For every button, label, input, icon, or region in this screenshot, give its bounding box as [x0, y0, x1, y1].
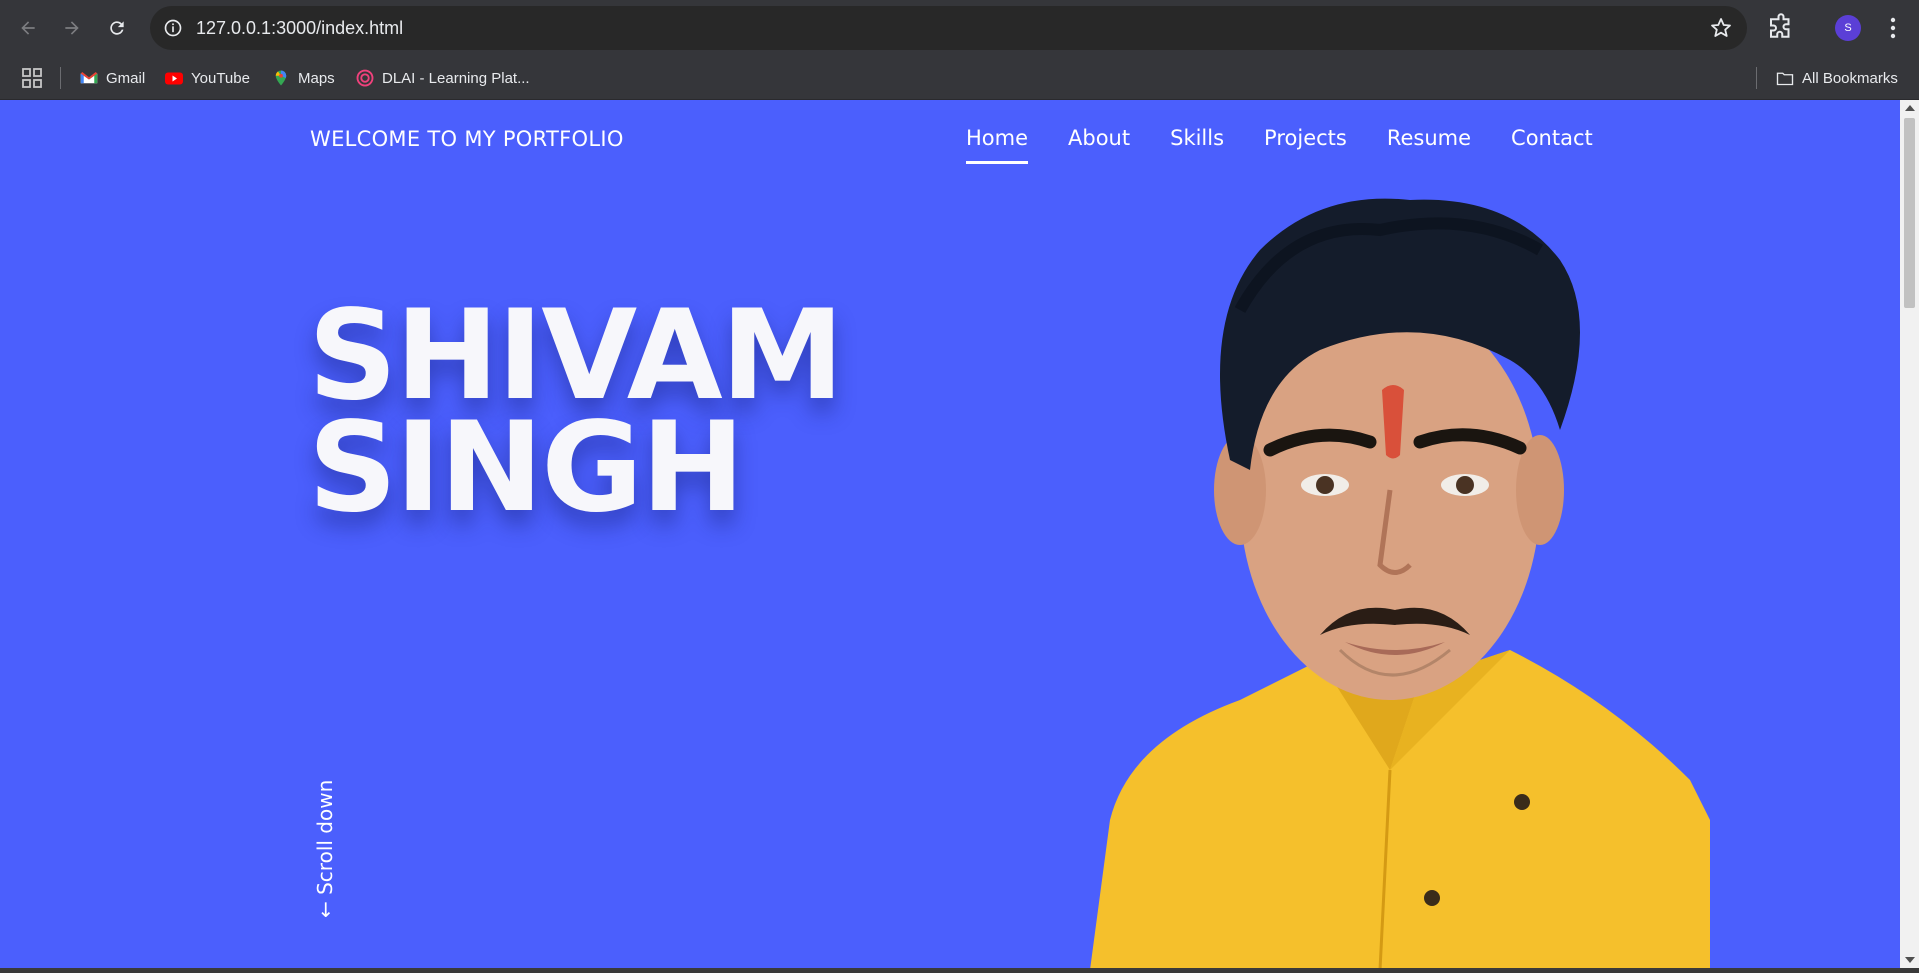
scroll-down-link[interactable]: ← Scroll down	[313, 780, 337, 918]
bookmark-label: Maps	[298, 69, 335, 87]
bookmark-divider	[1756, 67, 1757, 89]
profile-avatar[interactable]: S	[1835, 15, 1861, 41]
bookmark-divider	[60, 67, 61, 89]
all-bookmarks-button[interactable]: All Bookmarks	[1776, 56, 1898, 100]
page-scrollbar[interactable]	[1900, 100, 1919, 968]
scroll-thumb[interactable]	[1904, 118, 1915, 308]
folder-icon	[1776, 69, 1794, 87]
bookmark-label: Gmail	[106, 69, 146, 87]
site-info-icon[interactable]	[160, 15, 186, 41]
scroll-down-icon[interactable]	[1905, 957, 1915, 963]
bookmark-maps[interactable]: Maps	[272, 56, 335, 100]
apps-grid-icon[interactable]	[20, 66, 44, 90]
nav-skills[interactable]: Skills	[1170, 126, 1224, 164]
bookmark-label: DLAI - Learning Plat...	[382, 69, 530, 87]
reload-icon[interactable]	[103, 14, 131, 42]
menu-icon[interactable]	[1880, 14, 1906, 42]
hero-name: SHIVAM SINGH	[308, 294, 844, 540]
hero-last-name: SINGH	[308, 396, 745, 540]
maps-icon	[272, 69, 290, 87]
nav-home[interactable]: Home	[966, 126, 1029, 164]
gmail-icon	[80, 69, 98, 87]
back-icon[interactable]	[14, 14, 42, 42]
nav-about[interactable]: About	[1068, 126, 1130, 164]
scroll-up-icon[interactable]	[1905, 105, 1915, 111]
dlai-icon	[356, 69, 374, 87]
url-text[interactable]: 127.0.0.1:3000/index.html	[196, 6, 403, 50]
page-viewport: WELCOME TO MY PORTFOLIO Home About Skill…	[0, 100, 1900, 968]
address-bar[interactable]: 127.0.0.1:3000/index.html	[150, 6, 1747, 50]
all-bookmarks-label: All Bookmarks	[1802, 69, 1898, 87]
forward-icon[interactable]	[58, 14, 86, 42]
browser-toolbar: 127.0.0.1:3000/index.html S	[0, 0, 1919, 56]
profile-photo	[1090, 198, 1710, 968]
bookmark-label: YouTube	[191, 69, 250, 87]
nav-projects[interactable]: Projects	[1264, 126, 1347, 164]
bookmark-gmail[interactable]: Gmail	[80, 56, 145, 100]
site-brand: WELCOME TO MY PORTFOLIO	[310, 127, 624, 151]
extensions-icon[interactable]	[1766, 13, 1796, 43]
nav-resume[interactable]: Resume	[1387, 126, 1471, 164]
nav-contact[interactable]: Contact	[1511, 126, 1593, 164]
bookmark-youtube[interactable]: YouTube	[165, 56, 250, 100]
site-nav: Home About Skills Projects Resume Contac…	[966, 126, 1633, 164]
bookmarks-bar: Gmail YouTube Maps DLAI - Learning Plat.…	[0, 56, 1919, 100]
window-bottom-edge	[0, 968, 1919, 973]
bookmark-dlai[interactable]: DLAI - Learning Plat...	[356, 56, 530, 100]
youtube-icon	[165, 69, 183, 87]
star-icon[interactable]	[1709, 16, 1733, 40]
